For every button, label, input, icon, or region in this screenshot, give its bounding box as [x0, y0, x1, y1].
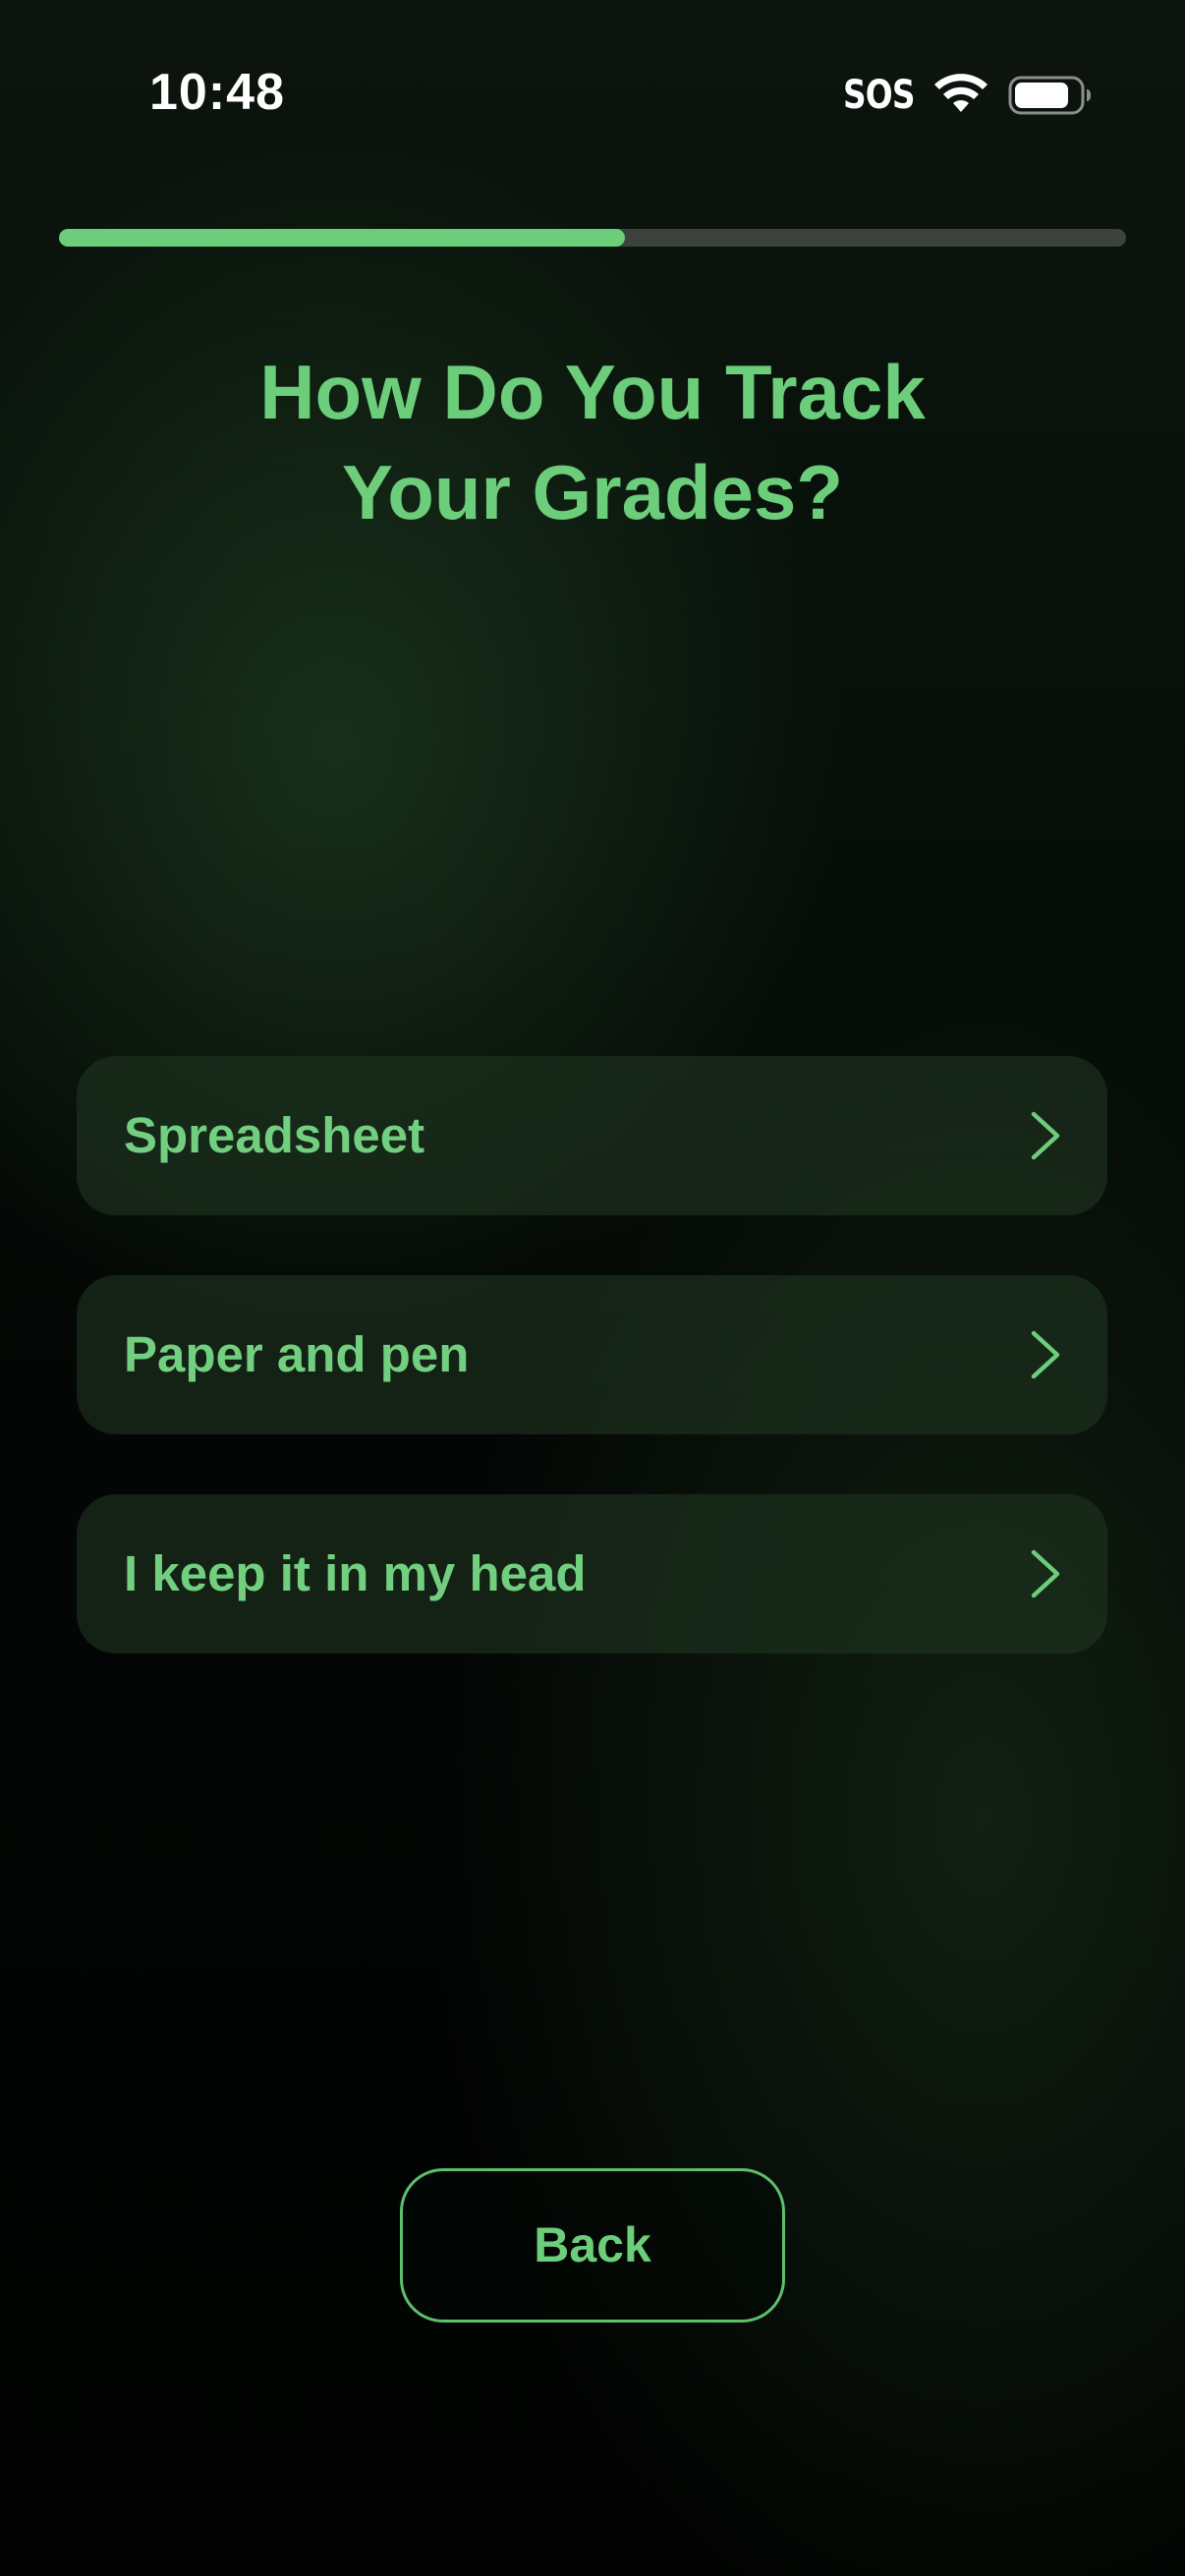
option-paper-and-pen[interactable]: Paper and pen — [77, 1275, 1107, 1434]
title-line-2: Your Grades? — [341, 449, 843, 535]
option-keep-in-head[interactable]: I keep it in my head — [77, 1494, 1107, 1653]
chevron-right-icon — [1031, 1330, 1060, 1379]
chevron-right-icon — [1031, 1111, 1060, 1160]
title-line-1: How Do You Track — [259, 349, 926, 435]
progress-fill — [59, 229, 625, 247]
option-label: Paper and pen — [124, 1326, 470, 1382]
sos-indicator: SOS — [843, 73, 915, 118]
option-label: I keep it in my head — [124, 1545, 587, 1601]
option-label: Spreadsheet — [124, 1107, 425, 1163]
status-time: 10:48 — [149, 64, 285, 121]
onboarding-progress-bar — [59, 229, 1126, 247]
wifi-icon — [934, 74, 988, 112]
chevron-right-icon — [1031, 1549, 1060, 1598]
battery-icon — [1008, 76, 1091, 115]
page-title: How Do You Track Your Grades? — [0, 342, 1185, 542]
back-button[interactable]: Back — [400, 2168, 785, 2323]
onboarding-screen: 10:48 SOS How Do You Track Your Grades? … — [0, 0, 1185, 2576]
option-spreadsheet[interactable]: Spreadsheet — [77, 1056, 1107, 1215]
